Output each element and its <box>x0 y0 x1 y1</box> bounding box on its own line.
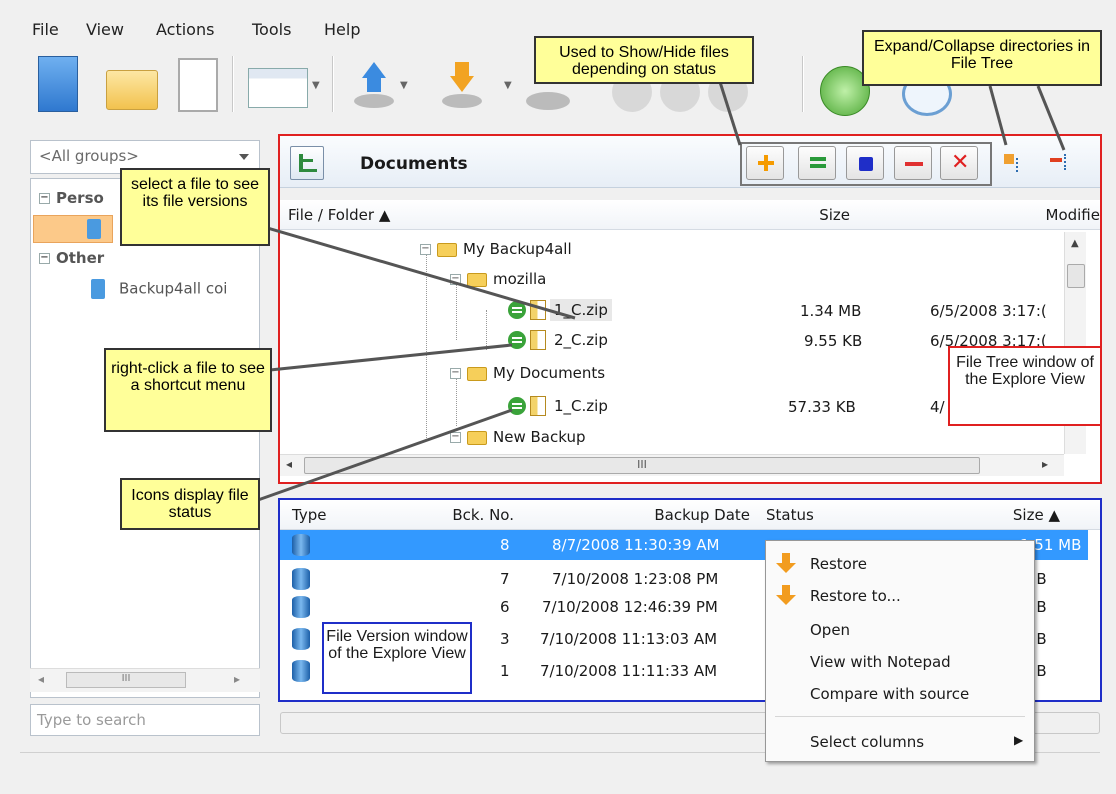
callout-file-version-window: File Version window of the Explore View <box>322 622 472 694</box>
callout-right-click: right-click a file to see a shortcut men… <box>104 348 272 432</box>
callout-select-file: select a file to see its file versions <box>120 168 270 246</box>
callout-icons-status: Icons display file status <box>120 478 260 530</box>
callout-show-hide: Used to Show/Hide files depending on sta… <box>534 36 754 84</box>
callout-file-tree-window: File Tree window of the Explore View <box>948 346 1102 426</box>
callout-expand-collapse: Expand/Collapse directories in File Tree <box>862 30 1102 86</box>
